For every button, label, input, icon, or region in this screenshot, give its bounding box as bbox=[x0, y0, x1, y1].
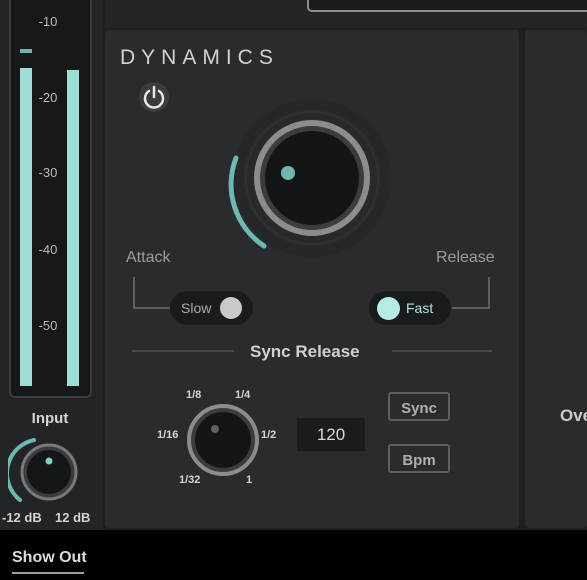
sync-button[interactable]: Sync bbox=[388, 392, 450, 421]
right-panel-label: Ove bbox=[560, 406, 587, 425]
division-label: 1/32 bbox=[179, 474, 201, 486]
dynamics-title: DYNAMICS bbox=[120, 46, 279, 69]
divider-right bbox=[392, 350, 492, 352]
division-label: 1/4 bbox=[235, 389, 251, 401]
power-button[interactable] bbox=[139, 82, 169, 112]
divider-left bbox=[132, 350, 234, 352]
meter-scale-label: -40 bbox=[38, 242, 58, 257]
meter-scale-label: -20 bbox=[38, 90, 58, 105]
knob-indicator bbox=[281, 166, 295, 180]
sync-division-knob[interactable] bbox=[186, 403, 260, 477]
right-panel bbox=[525, 30, 587, 528]
meter-bar-right bbox=[67, 70, 79, 386]
fast-label: Fast bbox=[406, 300, 434, 316]
division-label: 1/2 bbox=[261, 429, 277, 441]
fast-indicator bbox=[377, 297, 400, 320]
attack-bracket bbox=[133, 277, 173, 309]
division-label: 1/16 bbox=[157, 429, 179, 441]
power-icon bbox=[143, 85, 165, 109]
attack-label: Attack bbox=[126, 249, 171, 266]
division-label: 1/8 bbox=[186, 389, 202, 401]
slow-label: Slow bbox=[181, 300, 212, 316]
bpm-value-field[interactable]: 120 bbox=[297, 418, 365, 451]
input-knob-indicator bbox=[45, 457, 53, 465]
release-bracket bbox=[452, 277, 490, 309]
sync-knob-indicator bbox=[211, 425, 219, 433]
meter-peak-left bbox=[20, 49, 32, 53]
input-max-label: 12 dB bbox=[55, 510, 91, 525]
division-label: 1 bbox=[246, 474, 253, 486]
input-label: Input bbox=[31, 410, 69, 427]
footer-bar bbox=[0, 530, 587, 580]
sync-release-label: Sync Release bbox=[250, 342, 360, 361]
show-out-underline bbox=[12, 572, 84, 574]
top-display bbox=[307, 0, 587, 12]
release-label: Release bbox=[436, 249, 495, 266]
meter-scale-label: -30 bbox=[38, 165, 58, 180]
attack-release-knob[interactable] bbox=[222, 98, 402, 258]
meter-scale-label: -50 bbox=[38, 318, 58, 333]
input-min-label: -12 dB bbox=[2, 510, 42, 525]
slow-indicator bbox=[220, 297, 242, 319]
bpm-button[interactable]: Bpm bbox=[388, 444, 450, 473]
meter-scale-label: -10 bbox=[38, 14, 58, 29]
level-meter bbox=[9, 0, 92, 398]
show-out-button[interactable]: Show Out bbox=[12, 549, 87, 567]
input-knob[interactable] bbox=[8, 432, 84, 508]
meter-bar-left bbox=[20, 68, 32, 386]
